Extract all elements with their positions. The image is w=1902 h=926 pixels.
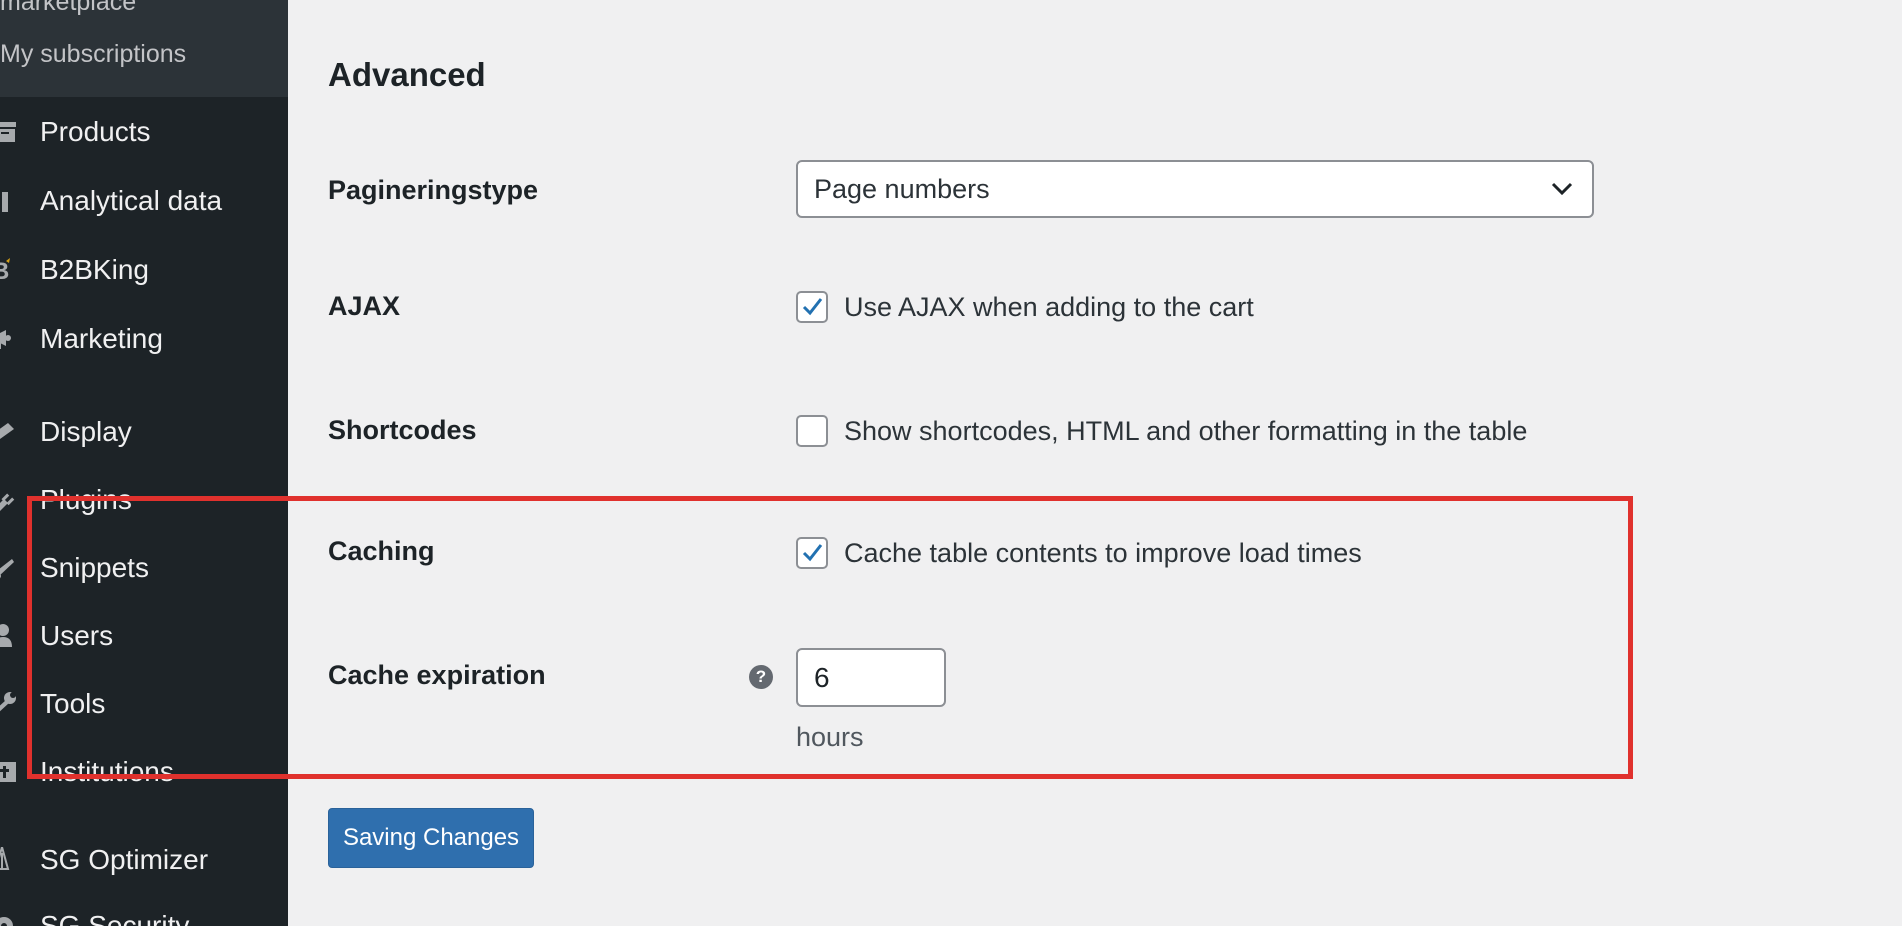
sidebar-item-institutions[interactable]: Institutions xyxy=(0,742,288,802)
sidebar-item-label: Analytical data xyxy=(40,185,223,216)
rocket-icon xyxy=(0,847,10,870)
pagination-type-value: Page numbers xyxy=(814,173,990,204)
sidebar-item-sg-security[interactable]: SG Security xyxy=(0,896,288,926)
cache-expiration-input[interactable] xyxy=(796,648,946,707)
checkmark-icon xyxy=(802,544,823,562)
shortcodes-label: Shortcodes xyxy=(328,415,477,445)
submenu-item-my-subscriptions[interactable]: My subscriptions xyxy=(0,40,186,69)
sidebar-item-label: Marketing xyxy=(40,323,163,354)
sidebar-item-label: SG Optimizer xyxy=(40,844,209,875)
shortcodes-option-label: Show shortcodes, HTML and other formatti… xyxy=(844,416,1528,446)
ajax-label: AJAX xyxy=(328,291,401,321)
ajax-option-label: Use AJAX when adding to the cart xyxy=(844,292,1254,322)
sidebar-item-analytical-data[interactable]: Analytical data xyxy=(0,171,288,231)
chevron-down-icon xyxy=(1551,182,1573,196)
help-icon[interactable]: ? xyxy=(749,665,773,689)
sidebar-item-label: Tools xyxy=(40,688,106,719)
pagination-label: Pagineringstype xyxy=(328,175,539,205)
section-title: Advanced xyxy=(328,56,486,93)
plug-icon xyxy=(0,493,15,511)
sidebar-item-users[interactable]: Users xyxy=(0,606,288,666)
main-content: Advanced Pagineringstype Page numbers AJ… xyxy=(288,0,1902,926)
shortcodes-checkbox[interactable] xyxy=(796,415,828,447)
sidebar-item-marketing[interactable]: Marketing xyxy=(0,309,288,369)
sidebar-item-tools[interactable]: Tools xyxy=(0,674,288,734)
wrench-icon xyxy=(0,692,16,712)
megaphone-icon xyxy=(0,330,11,349)
cache-expiration-label: Cache expiration xyxy=(328,660,546,690)
admin-sidebar: marketplace My subscriptions Products An… xyxy=(0,0,288,926)
save-changes-button[interactable]: Saving Changes xyxy=(328,808,534,868)
sidebar-submenu: marketplace My subscriptions xyxy=(0,0,288,97)
caching-checkbox[interactable] xyxy=(796,537,828,569)
sidebar-item-label: B2BKing xyxy=(40,254,149,285)
gear-icon xyxy=(0,917,13,926)
pagination-type-select[interactable]: Page numbers xyxy=(796,160,1594,218)
sidebar-item-label: Products xyxy=(40,116,151,147)
ajax-checkbox[interactable] xyxy=(796,291,828,323)
caching-label: Caching xyxy=(328,536,435,566)
bar-chart-icon xyxy=(2,192,8,212)
checkmark-icon xyxy=(802,298,823,316)
cache-expiration-unit: hours xyxy=(796,722,864,752)
sidebar-item-label: Institutions xyxy=(40,756,174,787)
sidebar-item-label: Snippets xyxy=(40,552,149,583)
user-icon xyxy=(0,624,12,647)
sidebar-item-label: SG Security xyxy=(40,910,190,926)
sidebar-item-label: Display xyxy=(40,416,132,447)
sidebar-item-sg-optimizer[interactable]: SG Optimizer xyxy=(0,830,288,890)
sidebar-item-snippets[interactable]: Snippets xyxy=(0,538,288,598)
sidebar-item-products[interactable]: Products xyxy=(0,102,288,162)
sidebar-item-display[interactable]: Display xyxy=(0,402,288,462)
sidebar-item-label: Plugins xyxy=(40,484,132,515)
archive-icon xyxy=(0,122,16,142)
paintbrush-icon xyxy=(0,423,14,439)
sidebar-item-label: Users xyxy=(40,620,114,651)
settings-icon xyxy=(0,762,16,782)
scissors-icon xyxy=(0,559,14,579)
sidebar-item-plugins[interactable]: Plugins xyxy=(0,470,288,530)
sidebar-item-b2bking[interactable]: B B2BKing xyxy=(0,240,288,300)
b2bking-icon: B xyxy=(0,258,10,283)
submenu-item-marketplace[interactable]: marketplace xyxy=(0,0,136,17)
caching-option-label: Cache table contents to improve load tim… xyxy=(844,538,1362,568)
